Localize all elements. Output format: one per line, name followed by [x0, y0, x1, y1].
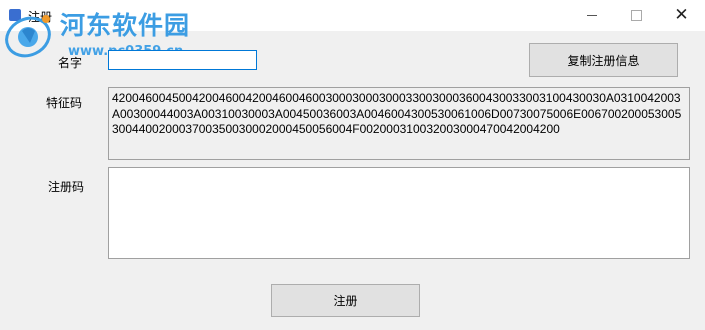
- name-label: 名字: [58, 56, 83, 70]
- close-button[interactable]: ✕: [659, 0, 704, 31]
- minimize-icon: [586, 15, 597, 16]
- window-title: 注册: [28, 10, 53, 24]
- registration-code-field[interactable]: [108, 167, 690, 259]
- feature-code-label: 特征码: [46, 96, 83, 110]
- close-icon: ✕: [674, 5, 689, 25]
- maximize-icon: [631, 10, 642, 21]
- maximize-button[interactable]: [614, 0, 659, 31]
- feature-code-field[interactable]: 4200460045004200460042004600460030003000…: [108, 87, 690, 160]
- minimize-button[interactable]: [569, 0, 614, 31]
- copy-registration-info-button[interactable]: 复制注册信息: [529, 43, 678, 77]
- register-button[interactable]: 注册: [271, 284, 420, 317]
- name-input[interactable]: [108, 50, 257, 70]
- title-bar: 注册 ✕: [0, 0, 705, 31]
- registration-code-label: 注册码: [48, 180, 85, 194]
- app-icon: [9, 9, 21, 21]
